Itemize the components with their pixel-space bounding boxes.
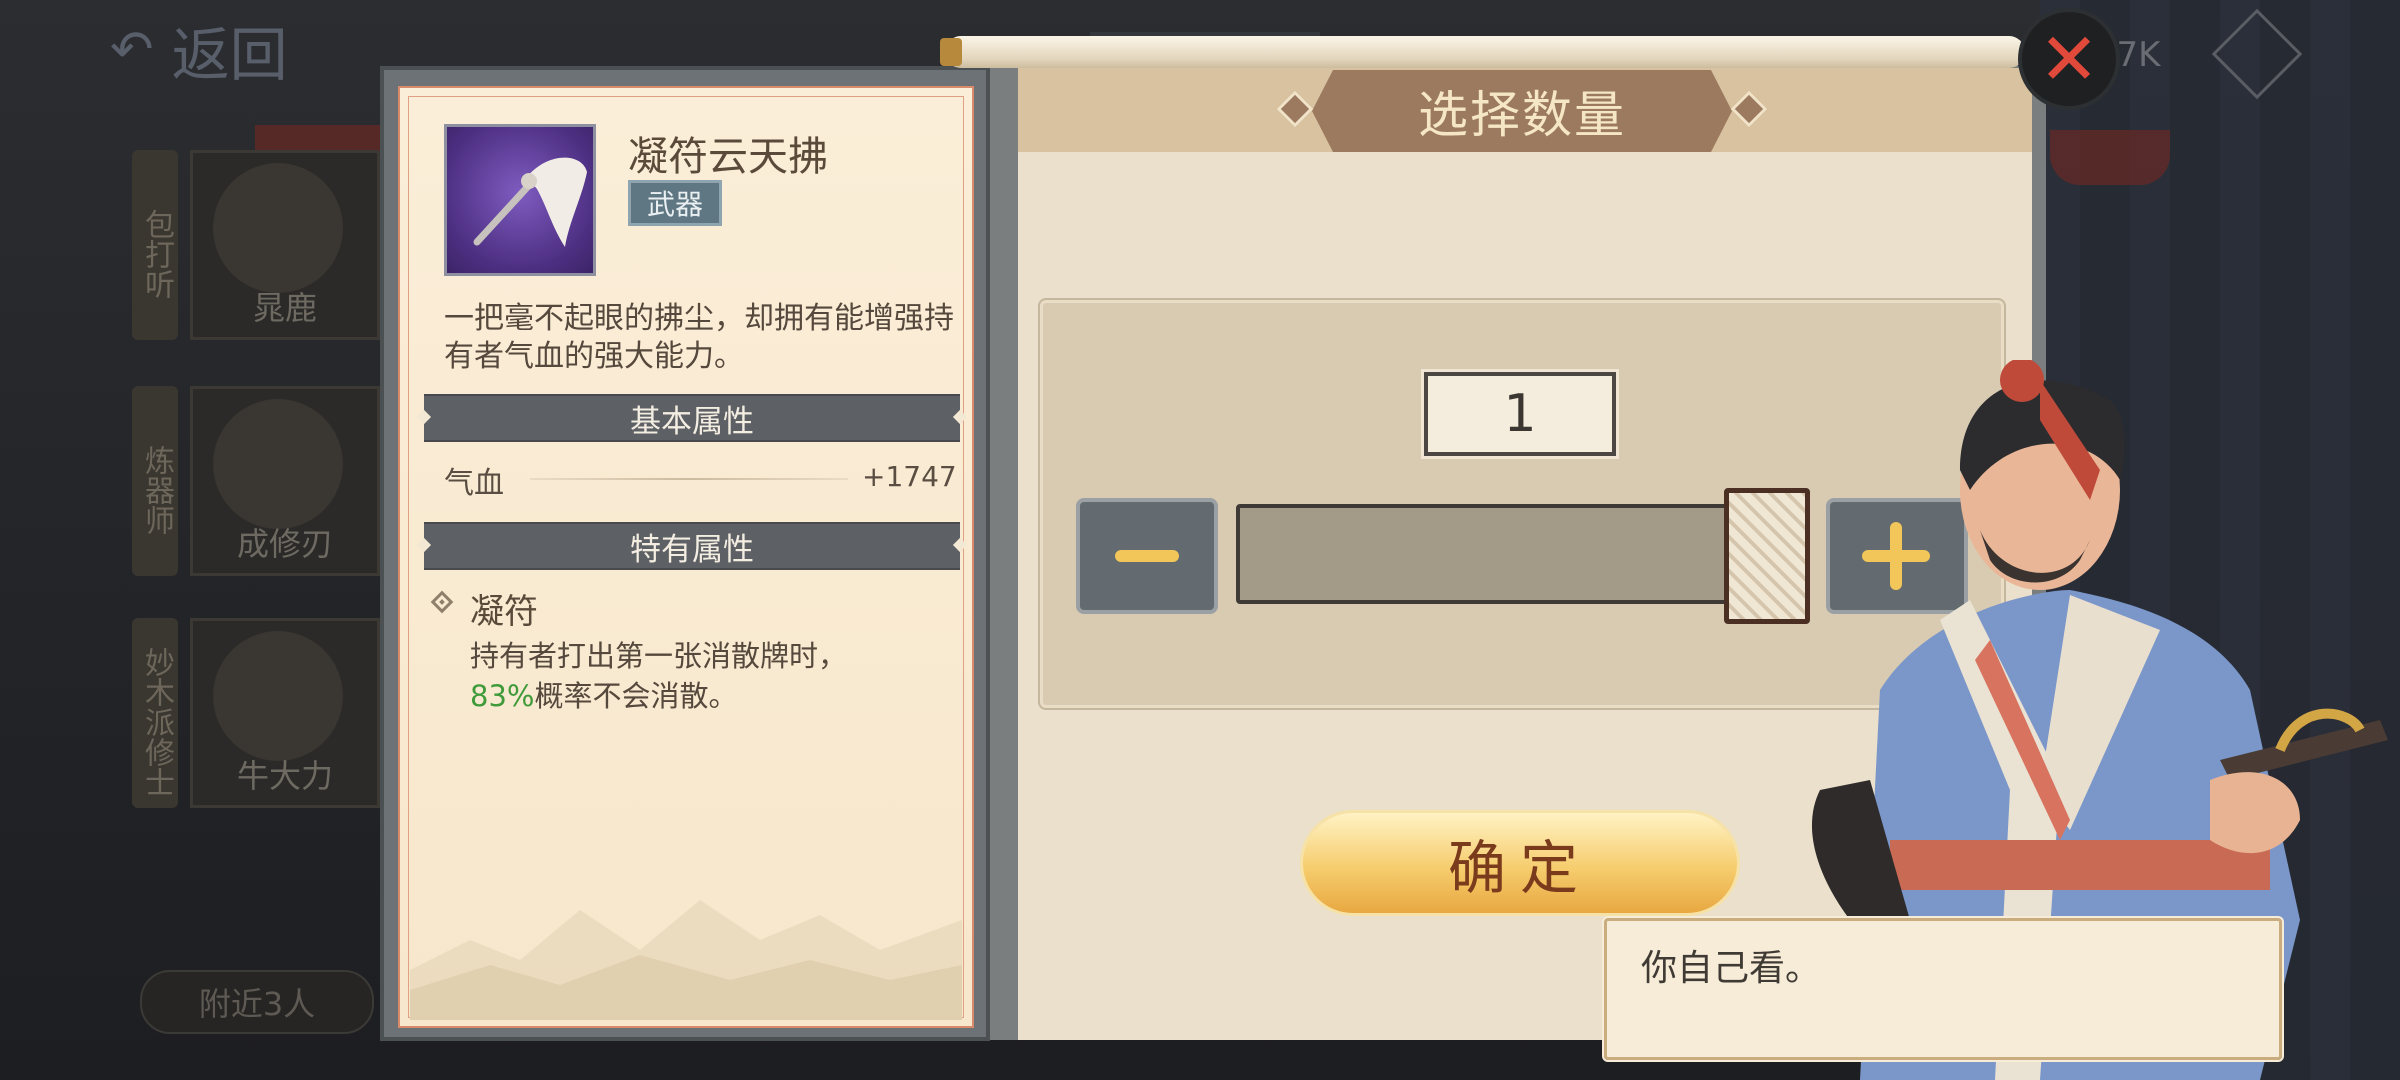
dialog-text: 你自己看。 — [1641, 948, 1822, 989]
npc-portrait — [213, 399, 343, 529]
close-button[interactable]: ✕ — [2018, 8, 2120, 110]
unique-percent: 83% — [470, 679, 535, 713]
quantity-title: 选择数量 — [1418, 86, 1626, 144]
scroll-knob — [940, 38, 962, 66]
stat-divider — [530, 478, 848, 480]
basic-attributes-header: 基本属性 — [424, 394, 960, 442]
close-icon: ✕ — [2038, 17, 2100, 101]
mountain-decoration — [410, 900, 962, 1020]
nearby-button[interactable]: 附近3人 — [140, 970, 374, 1034]
npc-name: 晁鹿 — [252, 289, 317, 327]
item-name: 凝符云天拂 — [628, 134, 828, 180]
minus-icon — [1115, 550, 1179, 562]
scroll-rod — [945, 36, 2025, 68]
dialog-box[interactable]: 你自己看。 — [1602, 916, 2284, 1062]
unique-desc-line1: 持有者打出第一张消散牌时， — [470, 639, 848, 673]
confirm-button[interactable]: 确定 — [1300, 810, 1740, 916]
npc-portrait — [213, 631, 343, 761]
unique-attributes-title: 特有属性 — [630, 531, 754, 568]
npc-tab[interactable]: 炼器师 — [132, 386, 178, 576]
stat-value: +1747 — [862, 460, 957, 493]
decrease-button[interactable] — [1076, 498, 1218, 614]
item-type-badge: 武器 — [628, 180, 722, 226]
unique-desc-rest: 概率不会消散。 — [534, 679, 738, 713]
npc-card[interactable]: 成修刃 — [190, 386, 380, 576]
unique-attribute-description: 持有者打出第一张消散牌时， 83%概率不会消散。 — [470, 636, 940, 716]
unique-attribute-name: 凝符 — [470, 592, 538, 632]
basic-attributes-title: 基本属性 — [630, 403, 754, 440]
back-label: 返回 — [171, 21, 288, 89]
npc-tab[interactable]: 包打听 — [132, 150, 178, 340]
quantity-value: 1 — [1421, 369, 1619, 459]
npc-card[interactable]: 晁鹿 — [190, 150, 380, 340]
stat-label: 气血 — [444, 466, 504, 501]
item-description: 一把毫不起眼的拂尘，却拥有能增强持有者气血的强大能力。 — [444, 301, 954, 374]
quantity-slider[interactable] — [1236, 504, 1768, 604]
unique-desc-line2: 83%概率不会消散。 — [470, 676, 940, 716]
npc-tab[interactable]: 妙木派修士 — [132, 618, 178, 808]
npc-name: 牛大力 — [236, 757, 333, 795]
npc-portrait — [213, 163, 343, 293]
back-button[interactable]: ↶ 返回 — [110, 10, 350, 90]
npc-card[interactable]: 牛大力 — [190, 618, 380, 808]
whisk-icon — [444, 124, 596, 276]
unique-attributes-header: 特有属性 — [424, 522, 960, 570]
back-arrow-icon: ↶ — [110, 20, 154, 80]
npc-name: 成修刃 — [236, 525, 333, 563]
banner-ornament — [2050, 130, 2170, 185]
